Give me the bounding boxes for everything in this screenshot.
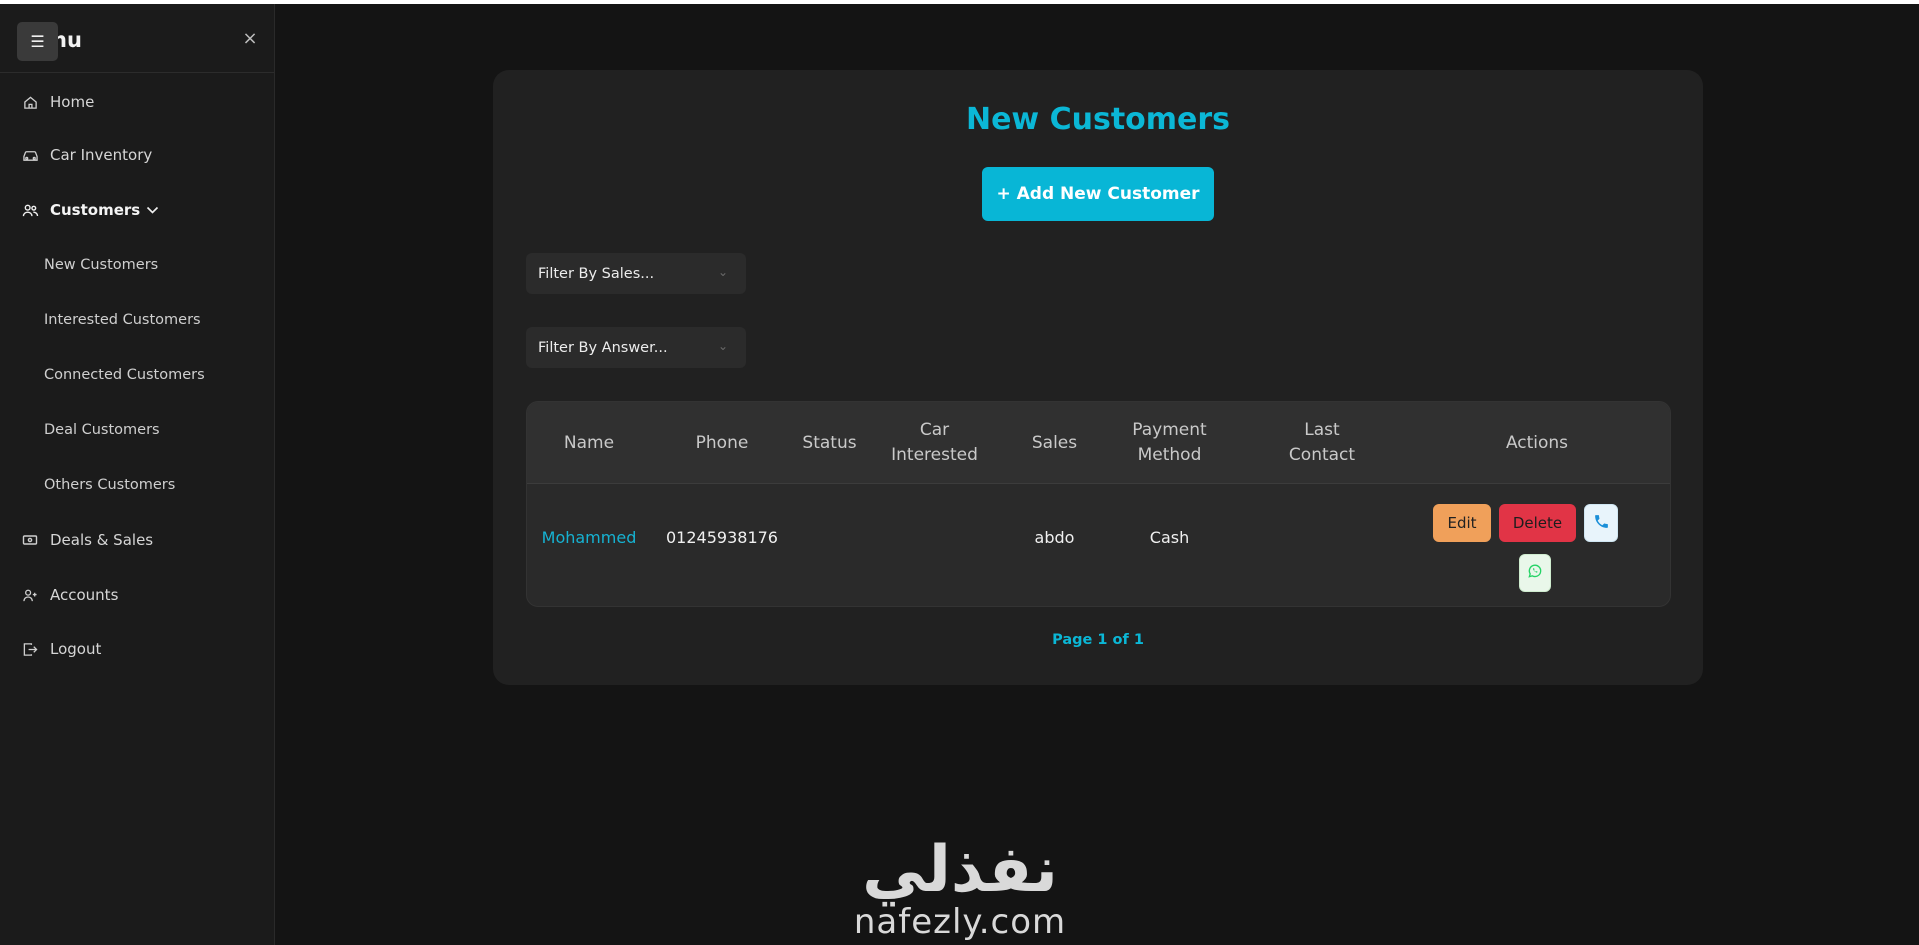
customer-name-link[interactable]: Mohammed bbox=[539, 526, 639, 548]
filter-by-answer-label: Filter By Answer... bbox=[538, 339, 668, 356]
column-header-car-line2: Interested bbox=[891, 445, 978, 465]
hamburger-icon: ☰ bbox=[30, 32, 45, 51]
phone-icon bbox=[1593, 513, 1610, 534]
sidebar-item-label: Home bbox=[50, 93, 95, 111]
sidebar-item-car-inventory[interactable]: Car Inventory bbox=[0, 135, 274, 175]
sidebar-item-label: Customers bbox=[50, 201, 141, 219]
column-header-phone[interactable]: Phone bbox=[662, 402, 782, 484]
sidebar-subitem-label: Deal Customers bbox=[44, 422, 160, 438]
whatsapp-icon bbox=[1527, 563, 1543, 583]
sidebar-item-home[interactable]: Home bbox=[0, 82, 274, 122]
watermark-logo: نفذلي nafezly.com bbox=[850, 832, 1070, 942]
sidebar-subitem-label: New Customers bbox=[44, 257, 159, 273]
customer-status bbox=[782, 526, 877, 548]
column-header-last-line2: Contact bbox=[1288, 445, 1356, 465]
column-header-last-line1: Last bbox=[1304, 420, 1340, 440]
sidebar-subitem-label: Others Customers bbox=[44, 477, 176, 493]
delete-button[interactable]: Delete bbox=[1499, 504, 1576, 542]
customer-payment-method: Cash bbox=[1149, 527, 1190, 547]
sidebar-subitem-label: Connected Customers bbox=[44, 367, 205, 383]
watermark-arabic: نفذلي bbox=[862, 833, 1058, 907]
edit-button[interactable]: Edit bbox=[1433, 504, 1491, 542]
top-border bbox=[0, 0, 1919, 4]
sidebar: nu ☰ × Home Car Inventory Customers New … bbox=[0, 4, 275, 945]
sidebar-header: nu ☰ × bbox=[0, 4, 274, 73]
users-icon bbox=[21, 201, 39, 219]
sidebar-item-label: Deals & Sales bbox=[50, 531, 154, 549]
sidebar-item-accounts[interactable]: Accounts bbox=[0, 575, 274, 615]
filter-by-answer-select[interactable]: Filter By Answer... ⌄ bbox=[526, 327, 746, 368]
column-header-actions: Actions bbox=[1505, 432, 1569, 453]
customer-phone: 01245938176 bbox=[666, 527, 778, 547]
column-header-car-line1: Car bbox=[919, 420, 950, 440]
chevron-down-icon: ⌄ bbox=[717, 339, 728, 353]
sidebar-subitem-connected-customers[interactable]: Connected Customers bbox=[0, 355, 274, 395]
home-icon bbox=[21, 93, 39, 111]
money-icon bbox=[21, 531, 39, 549]
sidebar-item-deals-sales[interactable]: Deals & Sales bbox=[0, 520, 274, 560]
customer-car-interested bbox=[877, 526, 992, 548]
customer-sales: abdo bbox=[1034, 527, 1075, 547]
sidebar-subitem-others-customers[interactable]: Others Customers bbox=[0, 465, 274, 505]
filter-by-sales-label: Filter By Sales... bbox=[538, 265, 655, 282]
sidebar-item-label: Logout bbox=[50, 640, 102, 658]
close-icon[interactable]: × bbox=[241, 30, 259, 48]
sidebar-subitem-interested-customers[interactable]: Interested Customers bbox=[0, 300, 274, 340]
car-icon bbox=[21, 146, 39, 164]
column-header-payment-line2: Method bbox=[1137, 445, 1202, 465]
pagination-status: Page 1 of 1 bbox=[1052, 632, 1144, 648]
column-header-payment-method[interactable]: Payment Method bbox=[1107, 402, 1232, 484]
add-new-customer-button[interactable]: + Add New Customer bbox=[982, 167, 1214, 221]
customers-card: New Customers + Add New Customer Filter … bbox=[493, 70, 1703, 685]
page-title: New Customers bbox=[965, 102, 1231, 137]
table-header: Name Phone Status Car Interested Sales P… bbox=[527, 402, 1670, 484]
sidebar-subitem-new-customers[interactable]: New Customers bbox=[0, 245, 274, 285]
sidebar-subitem-deal-customers[interactable]: Deal Customers bbox=[0, 410, 274, 450]
user-plus-icon bbox=[21, 586, 39, 604]
sidebar-item-label: Accounts bbox=[50, 586, 119, 604]
column-header-name[interactable]: Name bbox=[545, 402, 633, 484]
sidebar-item-logout[interactable]: Logout bbox=[0, 629, 274, 669]
whatsapp-button[interactable] bbox=[1519, 554, 1551, 592]
customer-last-contact bbox=[1262, 526, 1382, 548]
column-header-status[interactable]: Status bbox=[782, 402, 877, 484]
watermark-latin: nafezly.com bbox=[853, 902, 1067, 942]
sidebar-item-label: Car Inventory bbox=[50, 146, 153, 164]
column-header-sales[interactable]: Sales bbox=[1007, 402, 1102, 484]
menu-toggle-button[interactable]: ☰ bbox=[17, 22, 58, 61]
column-header-payment-line1: Payment bbox=[1132, 420, 1207, 440]
filter-by-sales-select[interactable]: Filter By Sales... ⌄ bbox=[526, 253, 746, 294]
sidebar-subitem-label: Interested Customers bbox=[44, 312, 201, 328]
customers-table: Name Phone Status Car Interested Sales P… bbox=[526, 401, 1671, 607]
chevron-down-icon: ⌄ bbox=[717, 265, 728, 279]
call-button[interactable] bbox=[1584, 504, 1618, 542]
column-header-car-interested[interactable]: Car Interested bbox=[877, 402, 992, 484]
logout-icon bbox=[21, 640, 39, 658]
chevron-down-icon bbox=[146, 201, 159, 219]
column-header-last-contact[interactable]: Last Contact bbox=[1262, 402, 1382, 484]
sidebar-item-customers[interactable]: Customers bbox=[0, 190, 274, 230]
